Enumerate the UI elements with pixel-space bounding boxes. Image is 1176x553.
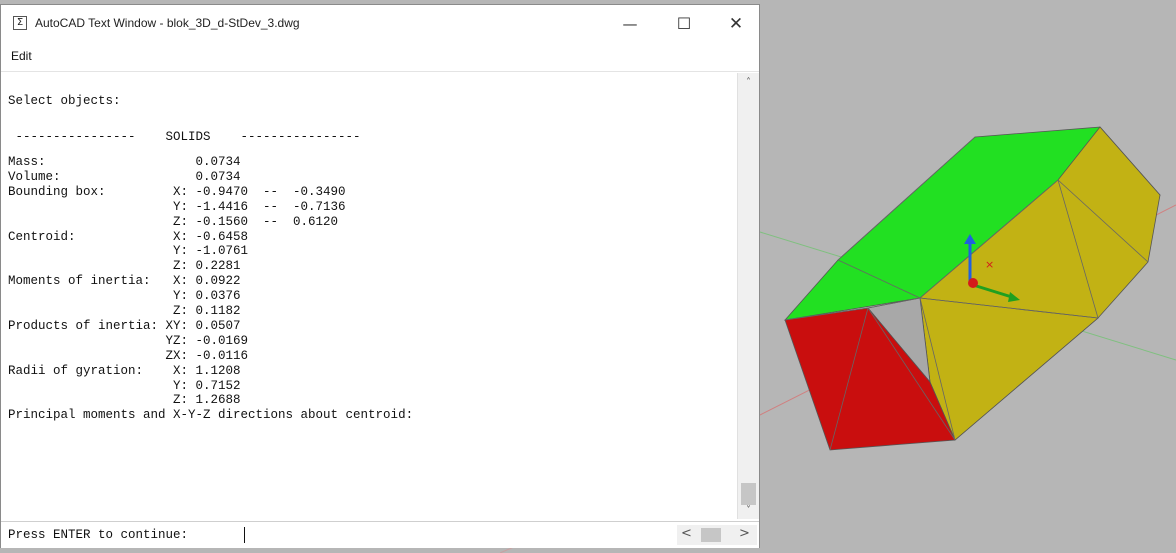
vertical-scrollbar[interactable]: ˄ ˅ — [737, 73, 759, 519]
command-prompt: Press ENTER to continue: — [8, 528, 189, 542]
output-line: Y: 0.7152 — [8, 378, 241, 393]
maximize-button[interactable]: ☐ — [661, 5, 707, 43]
output-line: ZX: -0.0116 — [8, 348, 249, 363]
command-line[interactable]: Press ENTER to continue: < > — [1, 521, 759, 548]
output-line: Mass: 0.0734 — [8, 155, 241, 169]
scroll-left-icon[interactable]: < — [681, 526, 692, 541]
output-line: YZ: -0.0169 — [8, 333, 249, 348]
vertical-scroll-thumb[interactable] — [741, 483, 756, 505]
menu-edit[interactable]: Edit — [11, 49, 32, 63]
output-line: Volume: 0.0734 — [8, 169, 241, 184]
autocad-text-window: Σ AutoCAD Text Window - blok_3D_d-StDev_… — [0, 4, 760, 548]
svg-text:×: × — [985, 258, 994, 271]
output-line: Select objects: — [8, 94, 121, 108]
text-cursor — [244, 527, 245, 543]
title-bar[interactable]: Σ AutoCAD Text Window - blok_3D_d-StDev_… — [1, 5, 759, 43]
horizontal-scroll-thumb[interactable] — [701, 528, 721, 542]
output-line: Principal moments and X-Y-Z directions a… — [8, 408, 414, 423]
scroll-right-icon[interactable]: > — [739, 526, 750, 541]
output-line: ---------------- SOLIDS ---------------- — [8, 130, 361, 144]
horizontal-scrollbar[interactable]: < > — [677, 525, 757, 545]
output-line: Y: -1.0761 — [8, 244, 249, 259]
output-line: Moments of inertia: X: 0.0922 — [8, 274, 241, 289]
window-title: AutoCAD Text Window - blok_3D_d-StDev_3.… — [35, 16, 300, 30]
output-line: Y: -1.4416 -- -0.7136 — [8, 199, 346, 214]
output-line: Radii of gyration: X: 1.1208 — [8, 363, 241, 378]
output-line: Z: 1.2688 — [8, 393, 241, 408]
output-line: Z: 0.1182 — [8, 304, 241, 318]
output-line: Products of inertia: XY: 0.0507 — [8, 318, 241, 333]
menu-bar: Edit — [1, 43, 759, 72]
minimize-button[interactable]: — — [607, 5, 653, 43]
scroll-up-icon[interactable]: ˄ — [738, 77, 759, 91]
output-line: Y: 0.0376 — [8, 289, 241, 304]
scroll-down-icon[interactable]: ˅ — [738, 505, 759, 519]
output-line: Z: 0.2281 — [8, 259, 241, 274]
output-line: Centroid: X: -0.6458 — [8, 229, 249, 244]
side-face-bottom — [919, 297, 1099, 441]
app-icon: Σ — [13, 16, 27, 30]
output-line: Bounding box: X: -0.9470 -- -0.3490 — [8, 184, 346, 199]
command-history-output[interactable]: Select objects: ---------------- SOLIDS … — [1, 75, 737, 511]
close-button[interactable]: ✕ — [713, 5, 759, 43]
output-line: Z: -0.1560 -- 0.6120 — [8, 214, 339, 229]
